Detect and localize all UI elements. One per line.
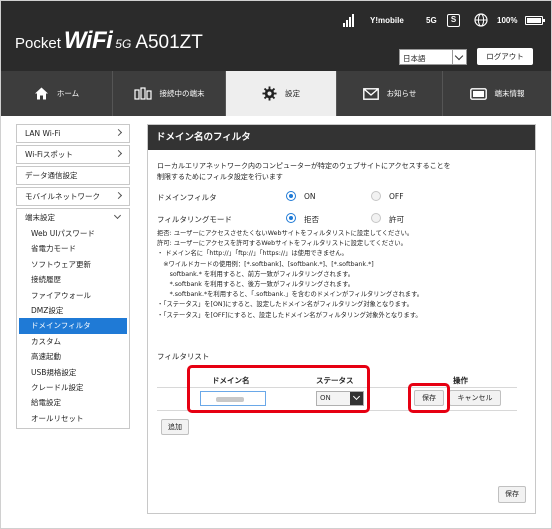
domain-filter-label: ドメインフィルタ — [157, 193, 217, 202]
logout-button[interactable]: ログアウト — [477, 48, 533, 65]
note-line: ・「ステータス」を[OFF]にすると、設定したドメイン名がフィルタリング対象外と… — [157, 311, 422, 319]
brand-logo: Pocket WiFi 5G A501ZT — [15, 27, 203, 55]
main-panel: ドメイン名のフィルタ ローカルエリアネットワーク内のコンピューターが特定のウェブ… — [147, 124, 536, 514]
sidebar-subitem-fast-boot[interactable]: 高速起動 — [17, 349, 129, 364]
sidebar-subitem-webui-password[interactable]: Web UIパスワード — [17, 226, 129, 241]
gear-icon — [262, 86, 277, 101]
tab-device-info-label: 端末情報 — [494, 89, 525, 98]
globe-icon — [474, 13, 488, 27]
mail-icon — [362, 87, 379, 100]
sidebar-item-label: モバイルネットワーク — [25, 192, 100, 201]
network-type-label: 5G — [426, 16, 437, 25]
sidebar-subitem-power-supply[interactable]: 給電設定 — [17, 395, 129, 410]
sidebar-item-label: Wi-Fiスポット — [25, 150, 73, 159]
sidebar-subitem-cradle[interactable]: クレードル設定 — [17, 380, 129, 395]
sidebar-subitem-domain-filter[interactable]: ドメインフィルタ — [19, 318, 127, 334]
sidebar-item-lan-wifi[interactable]: LAN Wi-Fi — [16, 124, 130, 143]
mode-allow-label: 許可 — [389, 215, 404, 224]
tab-devices-label: 接続中の端末 — [159, 89, 205, 98]
sidebar-group-header[interactable]: 端末設定 — [17, 209, 129, 226]
chevron-right-icon — [114, 149, 123, 158]
tab-device-info[interactable]: 端末情報 — [443, 71, 551, 116]
tab-settings-label: 設定 — [285, 89, 300, 98]
sidebar-item-label: データ通信設定 — [25, 171, 78, 180]
row-cancel-button[interactable]: キャンセル — [449, 390, 501, 406]
chevron-right-icon — [114, 128, 123, 137]
tab-home[interactable]: ホーム — [1, 71, 113, 116]
domain-filter-on-label: ON — [304, 192, 316, 201]
mode-reject-radio[interactable] — [286, 213, 296, 223]
main-tabs: ホーム 接続中の端末 設定 お知らせ 端末情報 — [1, 71, 551, 116]
sidebar-subitem-all-reset[interactable]: オールリセット — [17, 411, 129, 426]
domain-filter-off-radio[interactable] — [371, 191, 381, 201]
language-value: 日本語 — [403, 54, 426, 63]
sidebar-subitem-firewall[interactable]: ファイアウォール — [17, 288, 129, 303]
header-bar: Pocket WiFi 5G A501ZT Y!mobile 5G S 100%… — [1, 1, 551, 71]
sidebar-item-mobile-network[interactable]: モバイルネットワーク — [16, 187, 130, 206]
save-button[interactable]: 保存 — [498, 486, 526, 503]
home-icon — [34, 87, 48, 100]
description-line: 制限するためにフィルタ設定を行います — [157, 173, 283, 181]
tab-connected-devices[interactable]: 接続中の端末 — [113, 71, 226, 116]
sidebar-subitem-power-save[interactable]: 省電力モード — [17, 241, 129, 256]
sidebar-subitem-custom[interactable]: カスタム — [17, 334, 129, 349]
language-select[interactable]: 日本語 — [399, 49, 467, 65]
sidebar-item-label: LAN Wi-Fi — [25, 129, 61, 138]
battery-level: 100% — [497, 16, 518, 25]
page-title: ドメイン名のフィルタ — [148, 125, 535, 150]
sidebar-item-data-settings[interactable]: データ通信設定 — [16, 166, 130, 185]
mode-allow-radio[interactable] — [371, 213, 381, 223]
brand-model: A501ZT — [135, 32, 203, 53]
tab-notifications-label: お知らせ — [386, 89, 417, 98]
domain-filter-off-label: OFF — [389, 192, 404, 201]
sidebar-subitem-connection-history[interactable]: 接続履歴 — [17, 272, 129, 287]
column-header-action: 操作 — [453, 376, 468, 385]
note-line: 許可: ユーザーにアクセスを許可するWebサイトをフィルタリストに設定してくださ… — [157, 240, 407, 248]
note-line: *.softbank.*を利用すると、「.softbank.」を含むのドメインが… — [157, 291, 424, 299]
sidebar-group-label: 端末設定 — [25, 213, 55, 222]
highlight-frame-domain-status — [187, 365, 370, 413]
device-info-icon — [469, 87, 487, 100]
note-line: 拒否: ユーザーにアクセスさせたくないWebサイトをフィルタリストに設定してくだ… — [157, 230, 414, 237]
sms-icon[interactable]: S — [447, 14, 460, 27]
note-line: *.softbank を利用すると、後方一致がフィルタリングされます。 — [157, 281, 355, 289]
help-notes: 拒否: ユーザーにアクセスさせたくないWebサイトをフィルタリストに設定してくだ… — [157, 229, 532, 321]
chevron-down-icon — [452, 50, 466, 64]
chevron-down-icon — [113, 211, 122, 220]
sidebar-subitem-software-update[interactable]: ソフトウェア更新 — [17, 257, 129, 272]
description-line: ローカルエリアネットワーク内のコンピューターが特定のウェブサイトにアクセスするこ… — [157, 162, 451, 170]
carrier-label: Y!mobile — [370, 16, 404, 25]
signal-icon — [343, 13, 359, 27]
brand-5g: 5G — [115, 37, 132, 51]
add-button[interactable]: 追加 — [161, 419, 189, 435]
page-description: ローカルエリアネットワーク内のコンピューターが特定のウェブサイトにアクセスするこ… — [157, 161, 527, 183]
sidebar-subitem-usb-standard[interactable]: USB規格設定 — [17, 365, 129, 380]
mode-reject-label: 拒否 — [304, 215, 319, 224]
sidebar-group-device-settings: 端末設定 Web UIパスワード 省電力モード ソフトウェア更新 接続履歴 ファ… — [16, 208, 130, 430]
domain-filter-on-radio[interactable] — [286, 191, 296, 201]
tab-settings[interactable]: 設定 — [226, 71, 337, 116]
tab-home-label: ホーム — [56, 89, 80, 98]
highlight-frame-save — [408, 383, 450, 413]
brand-wifi: WiFi — [63, 27, 113, 54]
filtering-mode-label: フィルタリングモード — [157, 215, 232, 224]
brand-pocket: Pocket — [15, 35, 61, 52]
note-line: ※ワイルドカードの使用例：[*.softbank]、[softbank.*]、[… — [157, 260, 374, 268]
tab-notifications[interactable]: お知らせ — [337, 71, 443, 116]
note-line: softbank.* を利用すると、前方一致がフィルタリングされます。 — [157, 270, 355, 278]
note-line: ・ ドメイン名に「http://」「ftp://」「https://」は使用でき… — [157, 250, 348, 258]
sidebar-subitem-dmz[interactable]: DMZ設定 — [17, 303, 129, 318]
filter-list-label: フィルタリスト — [157, 352, 210, 361]
battery-icon — [525, 16, 545, 25]
sidebar-item-wifi-spot[interactable]: Wi-Fiスポット — [16, 145, 130, 164]
devices-icon — [133, 87, 152, 100]
chevron-right-icon — [114, 191, 123, 200]
sidebar: LAN Wi-Fi Wi-Fiスポット データ通信設定 モバイルネットワーク 端… — [16, 124, 130, 430]
note-line: ・「ステータス」を[ON]にすると、設定したドメイン名がフィルタリング対象となり… — [157, 301, 413, 309]
